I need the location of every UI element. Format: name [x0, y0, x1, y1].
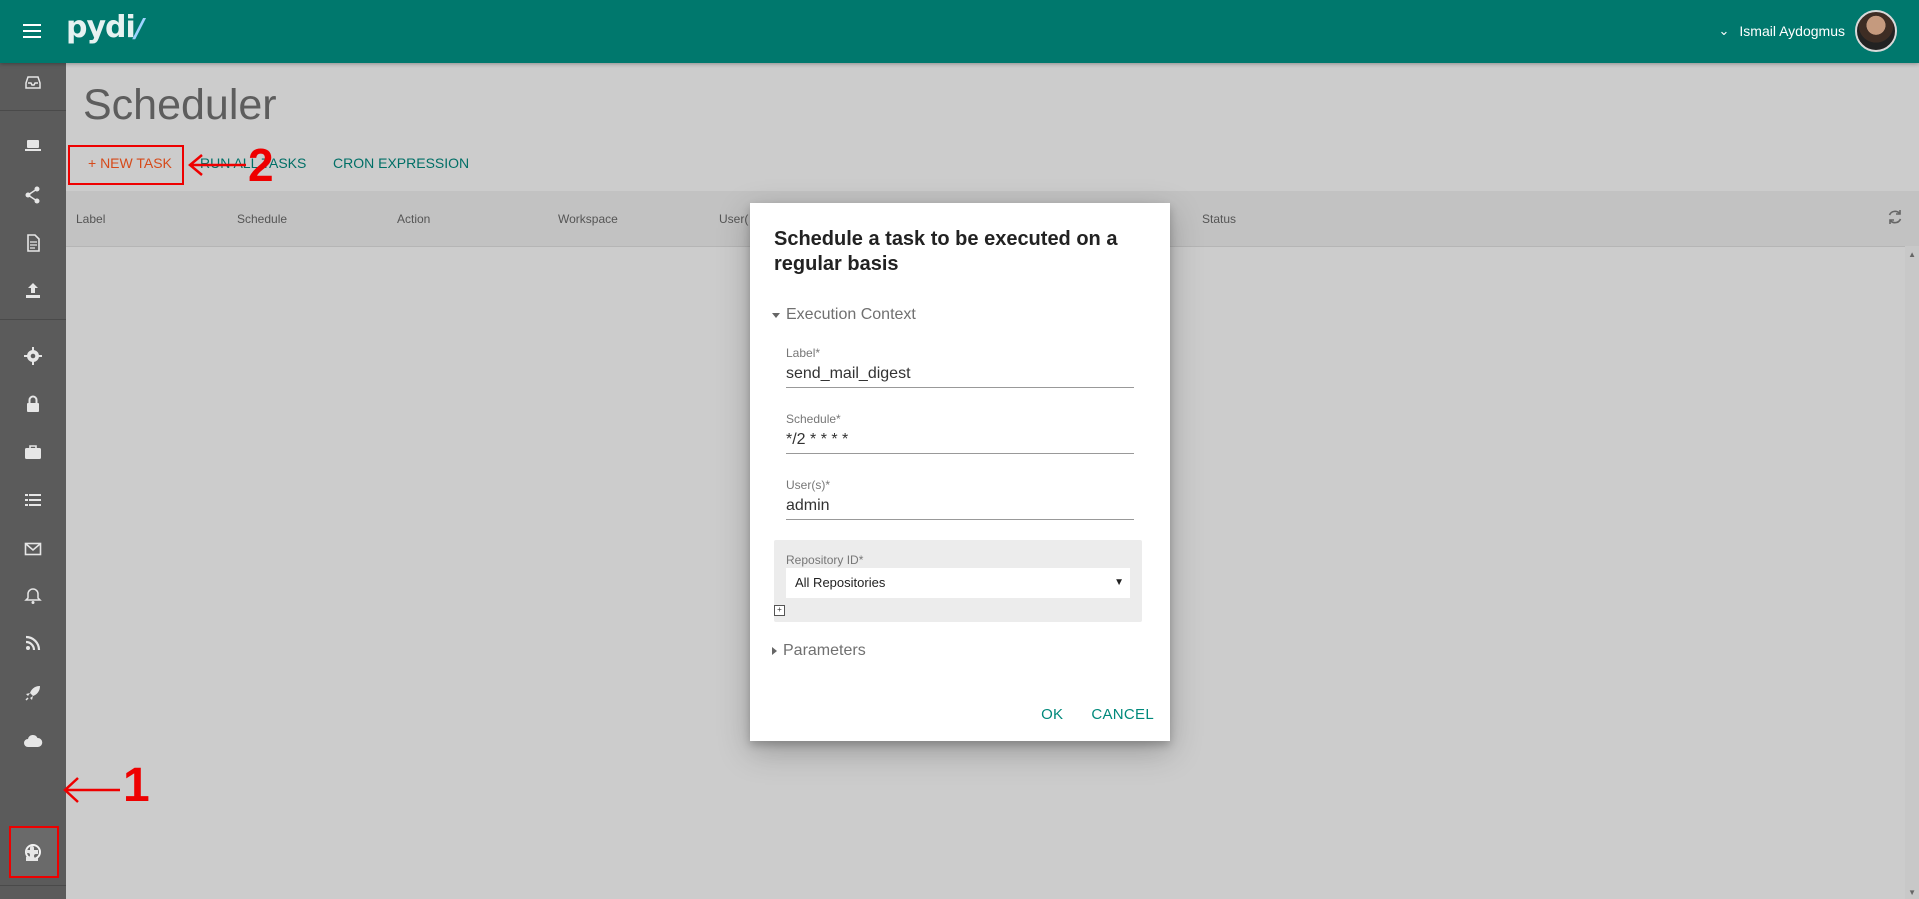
- gear-icon[interactable]: [0, 336, 66, 376]
- annotation-number-1: 1: [123, 759, 150, 812]
- schedule-field-label: Schedule*: [786, 412, 841, 426]
- column-workspace[interactable]: Workspace: [558, 212, 618, 226]
- caret-down-icon: [772, 312, 780, 318]
- upload-icon[interactable]: [0, 270, 66, 310]
- refresh-icon[interactable]: [1887, 209, 1903, 225]
- chevron-down-icon: ⌄: [1718, 23, 1730, 38]
- document-icon[interactable]: [0, 223, 66, 263]
- pydio-logo[interactable]: pydi/: [66, 10, 144, 45]
- repository-select[interactable]: All Repositories ▼: [786, 568, 1130, 598]
- user-name: Ismail Aydogmus: [1739, 23, 1845, 39]
- logo-text: pydi: [66, 10, 136, 45]
- rocket-icon[interactable]: [0, 673, 66, 713]
- mail-icon[interactable]: [0, 529, 66, 569]
- dropdown-arrow-icon: ▼: [1114, 577, 1124, 588]
- logo-mark: /: [134, 14, 144, 44]
- column-users[interactable]: User(: [719, 212, 748, 226]
- user-menu[interactable]: ⌄ Ismail Aydogmus: [1719, 10, 1897, 52]
- schedule-input[interactable]: */2 * * * *: [786, 427, 1134, 454]
- repository-selected-value: All Repositories: [795, 575, 886, 590]
- puzzle-icon[interactable]: [0, 833, 66, 873]
- parameters-label: Parameters: [783, 642, 866, 659]
- inbox-icon[interactable]: [0, 63, 66, 103]
- ok-button[interactable]: OK: [1041, 706, 1063, 723]
- cancel-button[interactable]: CANCEL: [1091, 706, 1154, 723]
- laptop-icon[interactable]: [0, 126, 66, 166]
- column-label[interactable]: Label: [76, 212, 105, 226]
- rss-icon[interactable]: [0, 623, 66, 663]
- execution-context-label: Execution Context: [786, 306, 916, 323]
- scroll-up-arrow[interactable]: ▲: [1908, 250, 1916, 259]
- hamburger-menu-icon[interactable]: [20, 20, 44, 44]
- column-status[interactable]: Status: [1202, 212, 1236, 226]
- expand-plus-icon[interactable]: +: [774, 605, 785, 616]
- caret-right-icon: [772, 647, 777, 655]
- repository-field-group: Repository ID* All Repositories ▼ +: [774, 540, 1142, 622]
- users-field-label: User(s)*: [786, 478, 830, 492]
- column-schedule[interactable]: Schedule: [237, 212, 287, 226]
- dialog-actions: OK CANCEL: [1041, 706, 1154, 723]
- column-action[interactable]: Action: [397, 212, 430, 226]
- annotation-arrow-1: [63, 777, 120, 803]
- app-bar: pydi/ ⌄ Ismail Aydogmus: [0, 0, 1919, 63]
- users-input[interactable]: admin: [786, 493, 1134, 520]
- execution-context-toggle[interactable]: Execution Context: [772, 306, 916, 324]
- cron-expression-button[interactable]: CRON EXPRESSION: [333, 155, 469, 171]
- scroll-down-arrow[interactable]: ▼: [1908, 888, 1916, 897]
- new-task-dialog: Schedule a task to be executed on a regu…: [750, 203, 1170, 741]
- repository-field-label: Repository ID*: [786, 553, 864, 567]
- annotation-number-2: 2: [248, 139, 274, 191]
- label-field-label: Label*: [786, 346, 821, 360]
- cloud-icon[interactable]: [0, 721, 66, 761]
- bell-icon[interactable]: [0, 576, 66, 616]
- page-title: Scheduler: [83, 81, 277, 129]
- dialog-title: Schedule a task to be executed on a regu…: [774, 228, 1118, 275]
- new-task-button[interactable]: + NEW TASK: [88, 155, 172, 171]
- scrollbar[interactable]: ▲ ▼: [1905, 246, 1919, 899]
- briefcase-icon[interactable]: [0, 432, 66, 472]
- label-input[interactable]: send_mail_digest: [786, 361, 1134, 388]
- admin-sidebar: [0, 63, 66, 899]
- lock-icon[interactable]: [0, 384, 66, 424]
- puzzle-icon-partial: [0, 894, 66, 899]
- avatar[interactable]: [1855, 10, 1897, 52]
- list-icon[interactable]: [0, 480, 66, 520]
- annotation-arrow-2: [188, 154, 246, 176]
- share-icon[interactable]: [0, 175, 66, 215]
- parameters-toggle[interactable]: Parameters: [772, 642, 866, 660]
